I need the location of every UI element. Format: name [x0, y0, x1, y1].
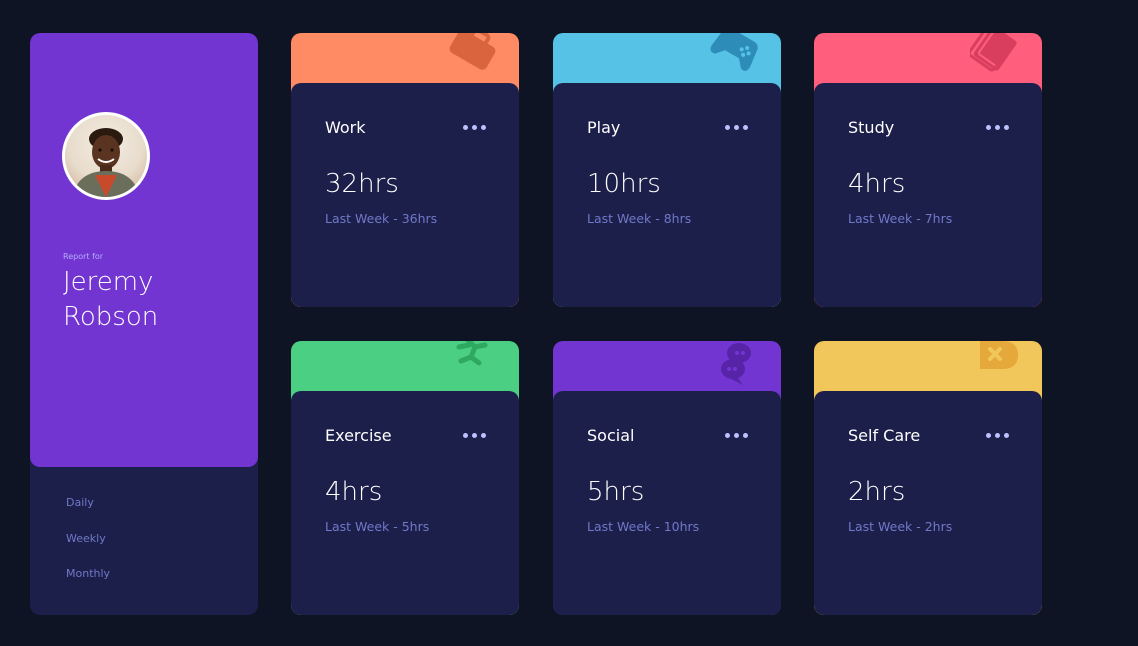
card-title: Exercise	[325, 426, 392, 445]
card-current-hours: 32hrs	[325, 169, 399, 199]
card-previous-hours: Last Week - 5hrs	[325, 519, 430, 534]
card-social: Social 5hrs Last Week - 10hrs	[553, 341, 781, 615]
period-daily[interactable]: Daily	[66, 496, 94, 509]
gamepad-icon	[709, 33, 761, 77]
card-current-hours: 2hrs	[848, 477, 906, 507]
card-work: Work 32hrs Last Week - 36hrs	[291, 33, 519, 307]
card-study: Study 4hrs Last Week - 7hrs	[814, 33, 1042, 307]
card-previous-hours: Last Week - 10hrs	[587, 519, 700, 534]
profile-header: Report for Jeremy Robson	[30, 33, 258, 467]
more-options-icon[interactable]	[725, 432, 748, 440]
card-previous-hours: Last Week - 36hrs	[325, 211, 438, 226]
card-self-care: Self Care 2hrs Last Week - 2hrs	[814, 341, 1042, 615]
card-current-hours: 4hrs	[848, 169, 906, 199]
card-body: Exercise 4hrs Last Week - 5hrs	[291, 391, 519, 615]
card-previous-hours: Last Week - 2hrs	[848, 519, 953, 534]
card-body: Social 5hrs Last Week - 10hrs	[553, 391, 781, 615]
report-for-label: Report for	[63, 252, 104, 261]
avatar	[62, 112, 150, 200]
card-body: Study 4hrs Last Week - 7hrs	[814, 83, 1042, 307]
more-options-icon[interactable]	[463, 432, 486, 440]
card-previous-hours: Last Week - 7hrs	[848, 211, 953, 226]
card-current-hours: 4hrs	[325, 477, 383, 507]
period-weekly[interactable]: Weekly	[66, 532, 106, 545]
card-body: Work 32hrs Last Week - 36hrs	[291, 83, 519, 307]
user-name: Jeremy Robson	[63, 267, 159, 332]
book-icon	[967, 33, 1022, 77]
card-title: Study	[848, 118, 895, 137]
card-title: Social	[587, 426, 635, 445]
card-title: Self Care	[848, 426, 921, 445]
card-body: Play 10hrs Last Week - 8hrs	[553, 83, 781, 307]
more-options-icon[interactable]	[986, 432, 1009, 440]
card-title: Play	[587, 118, 621, 137]
card-title: Work	[325, 118, 366, 137]
more-options-icon[interactable]	[986, 124, 1009, 132]
self-care-icon	[976, 341, 1020, 377]
card-play: Play 10hrs Last Week - 8hrs	[553, 33, 781, 307]
card-current-hours: 5hrs	[587, 477, 645, 507]
more-options-icon[interactable]	[463, 124, 486, 132]
more-options-icon[interactable]	[725, 124, 748, 132]
profile-card: Report for Jeremy Robson Daily Weekly Mo…	[30, 33, 258, 615]
card-current-hours: 10hrs	[587, 169, 661, 199]
chat-bubbles-icon	[715, 341, 759, 391]
card-previous-hours: Last Week - 8hrs	[587, 211, 692, 226]
period-monthly[interactable]: Monthly	[66, 567, 110, 580]
running-icon	[445, 341, 497, 375]
card-exercise: Exercise 4hrs Last Week - 5hrs	[291, 341, 519, 615]
card-body: Self Care 2hrs Last Week - 2hrs	[814, 391, 1042, 615]
briefcase-icon	[447, 33, 499, 77]
